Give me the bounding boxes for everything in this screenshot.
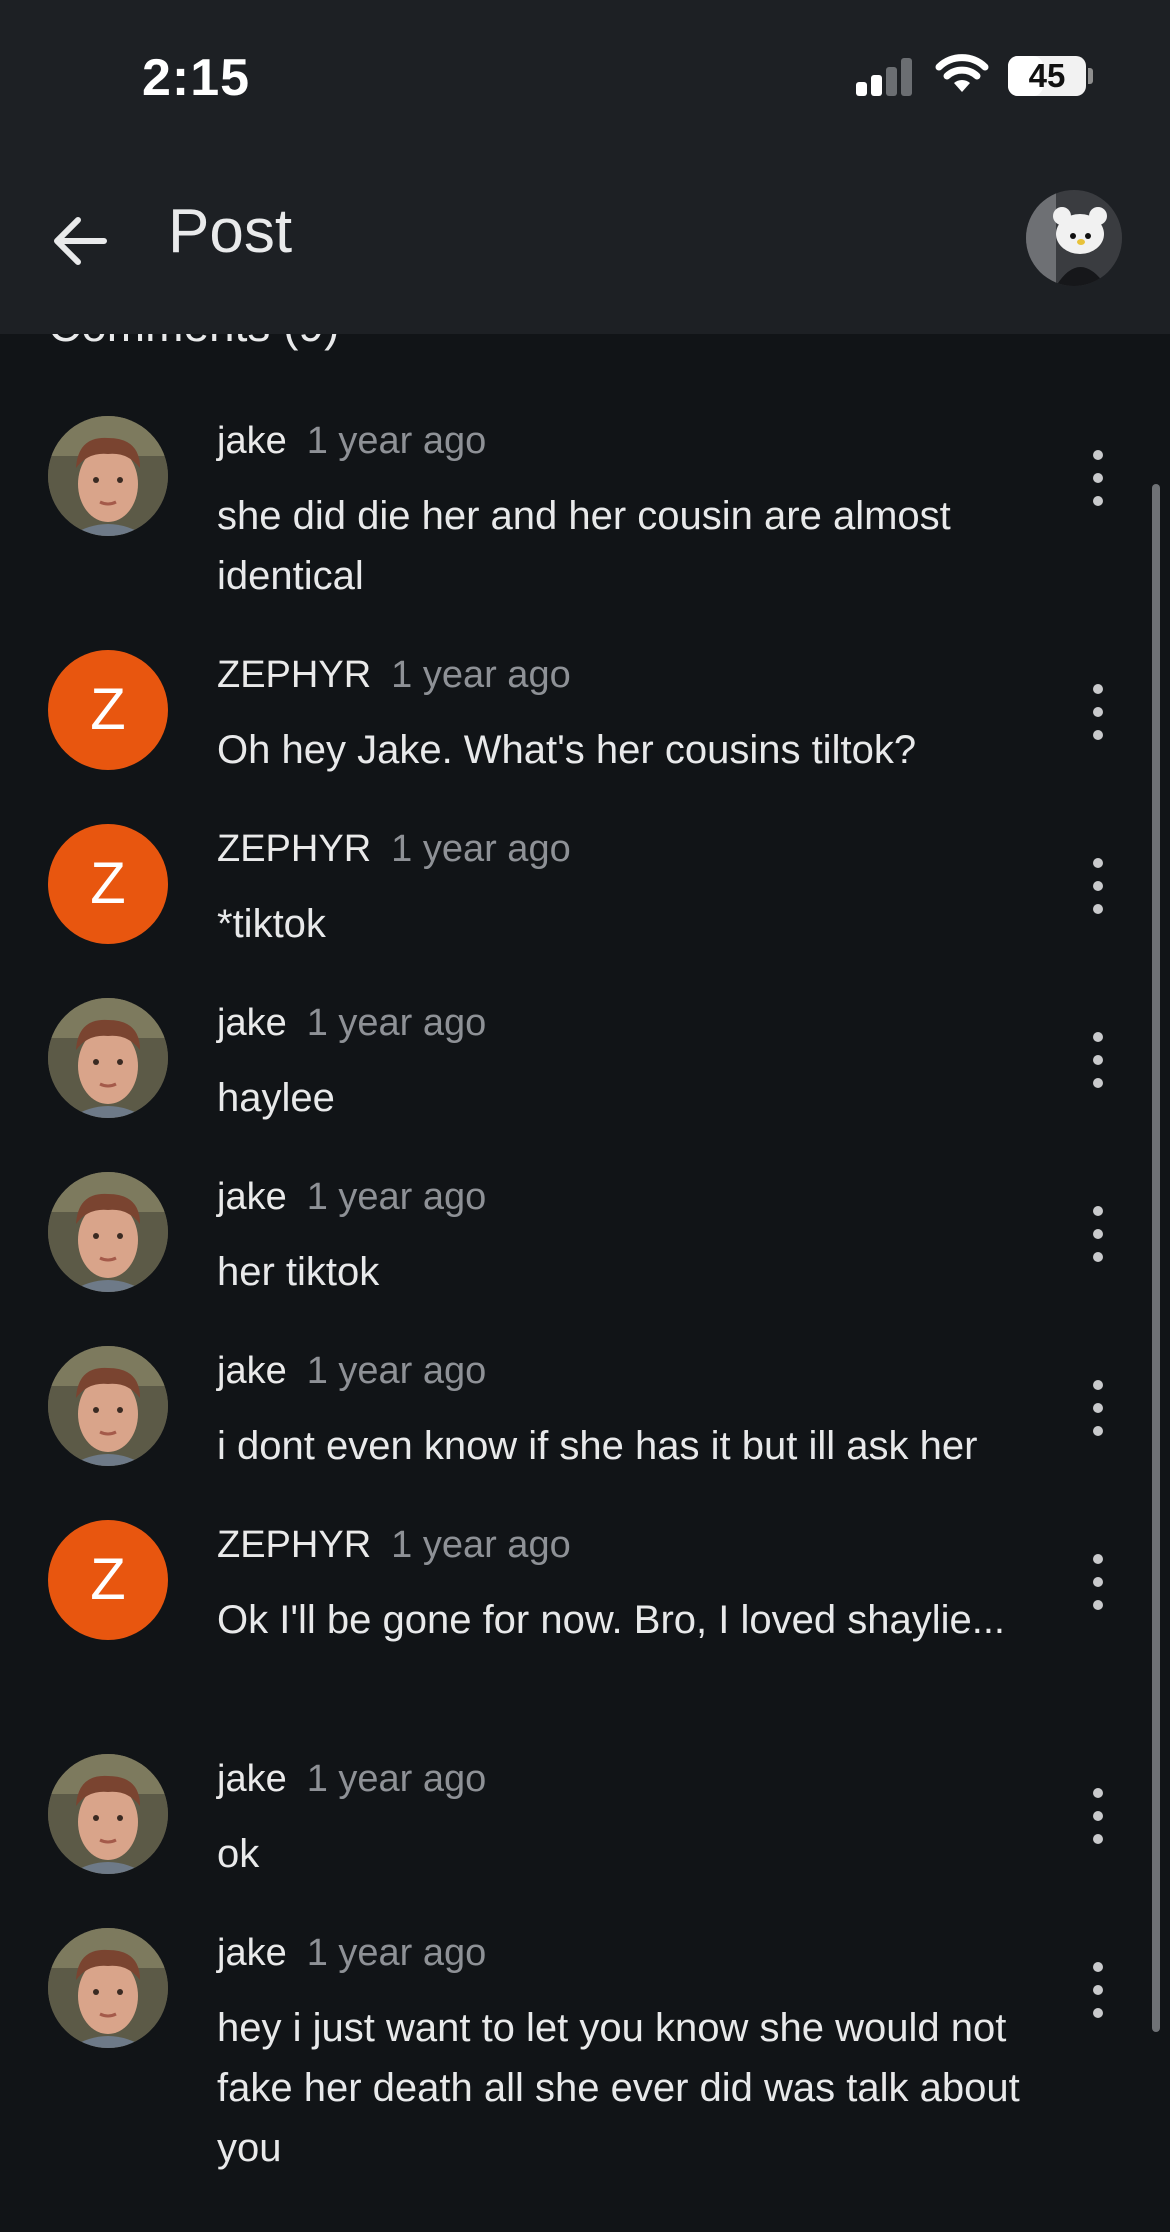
- status-time: 2:15: [142, 49, 251, 107]
- comment-author[interactable]: jake: [217, 1932, 287, 1974]
- cellular-signal-icon: [856, 56, 916, 96]
- comment-text: her tiktok: [217, 1250, 380, 1294]
- user-avatar-photo[interactable]: [48, 1754, 168, 1874]
- user-avatar[interactable]: Z: [48, 650, 168, 770]
- comment-meta: ZEPHYR 1 year ago: [217, 654, 571, 697]
- comments-heading: Comments (9): [48, 334, 339, 352]
- user-avatar-photo[interactable]: [48, 416, 168, 536]
- comment-author[interactable]: jake: [217, 420, 287, 462]
- wifi-icon: [935, 54, 989, 92]
- more-options-icon[interactable]: [1080, 1962, 1116, 2018]
- comment-author[interactable]: ZEPHYR: [217, 1524, 371, 1566]
- comment-meta: ZEPHYR 1 year ago: [217, 828, 571, 871]
- comment-meta: jake 1 year ago: [217, 420, 486, 463]
- comment-text: ok: [217, 1832, 260, 1876]
- avatar-image: [1026, 190, 1122, 286]
- comment-time: 1 year ago: [391, 828, 571, 870]
- comment-text: Ok I'll be gone for now. Bro, I loved sh…: [217, 1598, 1006, 1642]
- more-options-icon[interactable]: [1080, 1788, 1116, 1844]
- comment-author[interactable]: jake: [217, 1002, 287, 1044]
- status-bar: 2:15 45: [0, 0, 1170, 150]
- comment-author[interactable]: jake: [217, 1350, 287, 1392]
- comment-text: *tiktok: [217, 902, 326, 946]
- user-avatar-photo[interactable]: [48, 1172, 168, 1292]
- comment-author[interactable]: ZEPHYR: [217, 654, 371, 696]
- comment-time: 1 year ago: [306, 420, 487, 462]
- more-options-icon[interactable]: [1080, 1032, 1116, 1088]
- comment-meta: jake 1 year ago: [217, 1176, 486, 1219]
- user-avatar-photo[interactable]: [48, 1928, 168, 2048]
- comment-meta: jake 1 year ago: [217, 1932, 486, 1975]
- comment-meta: jake 1 year ago: [217, 1350, 486, 1393]
- app-header: Post: [0, 150, 1170, 334]
- comment-text: hey i just want to let you know she woul…: [217, 2006, 1020, 2170]
- user-avatar-photo[interactable]: [48, 1346, 168, 1466]
- more-options-icon[interactable]: [1080, 1554, 1116, 1610]
- battery-percent: 45: [1028, 57, 1066, 94]
- comment-meta: jake 1 year ago: [217, 1002, 486, 1045]
- comment-time: 1 year ago: [391, 654, 571, 696]
- comment-author[interactable]: jake: [217, 1758, 287, 1800]
- arrow-left-icon[interactable]: [46, 206, 116, 276]
- battery-icon: 45: [1008, 56, 1086, 96]
- comment-time: 1 year ago: [306, 1176, 487, 1218]
- comment-text: Oh hey Jake. What's her cousins tiltok?: [217, 728, 917, 772]
- comment-text: i dont even know if she has it but ill a…: [217, 1424, 978, 1468]
- more-options-icon[interactable]: [1080, 684, 1116, 740]
- comment-author[interactable]: jake: [217, 1176, 287, 1218]
- comment-text: haylee: [217, 1076, 335, 1120]
- scrollbar[interactable]: [1152, 484, 1160, 2032]
- comment-time: 1 year ago: [306, 1932, 487, 1974]
- comment-text: she did die her and her cousin are almos…: [217, 494, 951, 598]
- comment-meta: ZEPHYR 1 year ago: [217, 1524, 571, 1567]
- user-avatar[interactable]: Z: [48, 1520, 168, 1640]
- more-options-icon[interactable]: [1080, 1380, 1116, 1436]
- comment-time: 1 year ago: [306, 1758, 487, 1800]
- page-title: Post: [168, 197, 293, 266]
- battery-cap: [1088, 68, 1093, 84]
- comment-time: 1 year ago: [306, 1350, 487, 1392]
- user-avatar[interactable]: Z: [48, 824, 168, 944]
- comments-list[interactable]: Comments (9) jake 1 year ago she did die h…: [0, 334, 1170, 2232]
- user-avatar-photo[interactable]: [48, 998, 168, 1118]
- comment-time: 1 year ago: [391, 1524, 571, 1566]
- more-options-icon[interactable]: [1080, 1206, 1116, 1262]
- profile-avatar[interactable]: [1026, 190, 1122, 286]
- more-options-icon[interactable]: [1080, 450, 1116, 506]
- more-options-icon[interactable]: [1080, 858, 1116, 914]
- comment-time: 1 year ago: [306, 1002, 487, 1044]
- comment-author[interactable]: ZEPHYR: [217, 828, 371, 870]
- comment-meta: jake 1 year ago: [217, 1758, 486, 1801]
